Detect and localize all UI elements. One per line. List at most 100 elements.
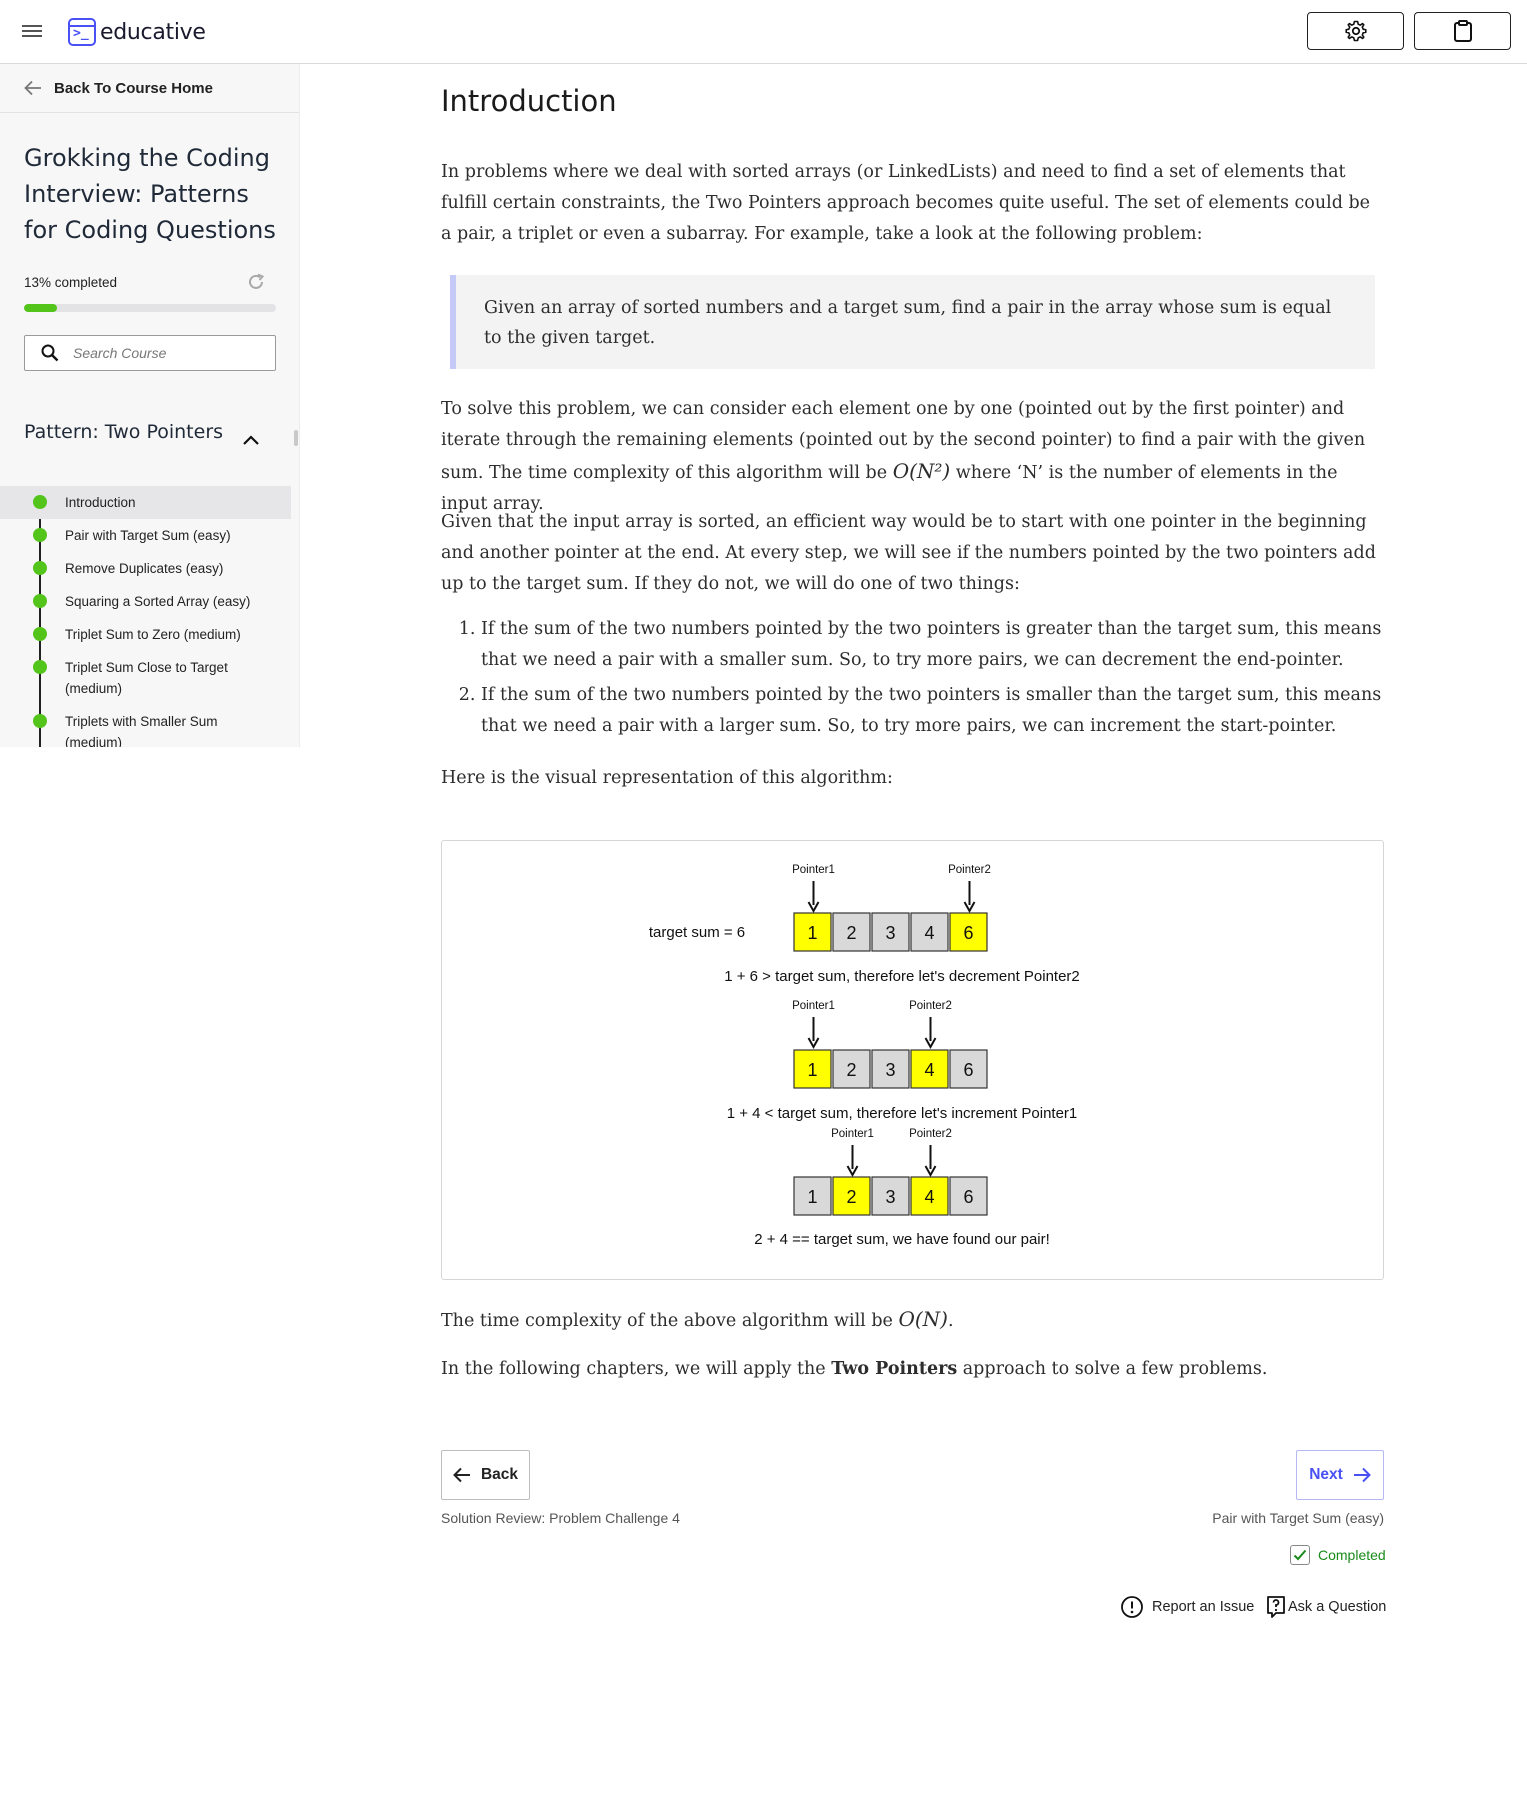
chevron-up-icon[interactable] <box>242 433 260 447</box>
progress-bar-fill <box>24 304 57 312</box>
settings-icon <box>1344 20 1367 42</box>
lesson-label: Remove Duplicates (easy) <box>65 561 224 576</box>
step-item: If the sum of the two numbers pointed by… <box>481 680 1384 742</box>
array-value: 6 <box>963 923 973 943</box>
question-icon <box>1267 1596 1285 1618</box>
lesson-complete-dot <box>33 594 47 608</box>
array-value: 3 <box>885 1187 895 1207</box>
paragraph-text: In the following chapters, we will apply… <box>441 1359 832 1379</box>
steps-list: If the sum of the two numbers pointed by… <box>441 614 1384 746</box>
next-button[interactable]: Next <box>1296 1450 1384 1500</box>
array-value: 6 <box>963 1187 973 1207</box>
lesson-label: Triplet Sum to Zero (medium) <box>65 627 241 642</box>
lesson-item[interactable]: Triplets with Smaller Sum (medium) <box>0 705 291 747</box>
lesson-item[interactable]: Triplet Sum Close to Target (medium) <box>0 651 291 705</box>
refresh-icon[interactable] <box>246 272 266 292</box>
page-title: Introduction <box>441 84 617 118</box>
algorithm-diagram: target sum = 6 Pointer1 Pointer2 1 2 3 4 6 1 + 6… <box>441 840 1384 1280</box>
logo[interactable]: educative <box>68 17 206 47</box>
paragraph-brute-force: To solve this problem, we can consider e… <box>441 394 1384 520</box>
lesson-list: Introduction Pair with Target Sum (easy)… <box>0 486 291 747</box>
step-item: If the sum of the two numbers pointed by… <box>481 614 1384 676</box>
sidebar-scrollbar[interactable] <box>294 430 298 446</box>
search-input[interactable] <box>73 345 253 361</box>
array-value: 2 <box>846 1187 856 1207</box>
clipboard-button[interactable] <box>1414 12 1511 50</box>
array-value: 4 <box>924 923 934 943</box>
paragraph-text: . <box>947 1311 954 1331</box>
alert-circle-icon <box>1121 1596 1143 1618</box>
lesson-label: Squaring a Sorted Array (easy) <box>65 594 251 609</box>
completed-toggle[interactable]: Completed <box>1290 1545 1386 1565</box>
pointer2-label: Pointer2 <box>909 1128 952 1140</box>
lesson-complete-dot <box>33 495 47 509</box>
logo-text: educative <box>100 19 206 45</box>
pointer1-label: Pointer1 <box>831 1128 874 1140</box>
lesson-label: Triplet Sum Close to Target (medium) <box>65 660 228 696</box>
array-value: 2 <box>846 923 856 943</box>
report-issue-link[interactable]: Report an Issue <box>1120 1595 1254 1619</box>
ask-question-link[interactable]: Ask a Question <box>1266 1595 1386 1619</box>
menu-icon[interactable] <box>20 22 44 42</box>
paragraph-next-chapters: In the following chapters, we will apply… <box>441 1354 1384 1385</box>
arrow-left-icon <box>453 1467 470 1483</box>
array-value: 1 <box>807 1060 817 1080</box>
search-icon <box>41 344 59 362</box>
lesson-complete-dot <box>33 561 47 575</box>
array-value: 2 <box>846 1060 856 1080</box>
array-value: 1 <box>807 1187 817 1207</box>
array-value: 4 <box>924 1060 934 1080</box>
paragraph-two-pointers: Given that the input array is sorted, an… <box>441 512 1376 594</box>
pointer2-label: Pointer2 <box>948 864 991 876</box>
pointer2-label: Pointer2 <box>909 1000 952 1012</box>
lesson-label: Triplets with Smaller Sum (medium) <box>65 714 218 747</box>
paragraph-text: approach to solve a few problems. <box>957 1359 1268 1379</box>
bold-term: Two Pointers <box>831 1359 958 1379</box>
completed-label: Completed <box>1318 1547 1386 1563</box>
lesson-complete-dot <box>33 660 47 674</box>
back-button[interactable]: Back <box>441 1450 530 1500</box>
settings-button[interactable] <box>1307 12 1404 50</box>
array-value: 1 <box>807 923 817 943</box>
pointer1-label: Pointer1 <box>792 1000 835 1012</box>
ask-question-label: Ask a Question <box>1288 1599 1387 1615</box>
back-to-course-home-link[interactable]: Back To Course Home <box>0 64 299 113</box>
paragraph-intro: In problems where we deal with sorted ar… <box>441 162 1371 244</box>
array-value: 4 <box>924 1187 934 1207</box>
lesson-label: Introduction <box>65 495 136 510</box>
back-to-course-home-label: Back To Course Home <box>54 79 213 97</box>
diagram-svg: target sum = 6 Pointer1 Pointer2 1 2 3 4 6 1 + 6… <box>649 864 1080 1248</box>
report-issue-label: Report an Issue <box>1152 1599 1255 1615</box>
array-value: 3 <box>885 923 895 943</box>
lesson-item[interactable]: Introduction <box>0 486 291 519</box>
search-box[interactable] <box>24 335 276 371</box>
next-button-label: Next <box>1309 1466 1343 1483</box>
target-sum-label: target sum = 6 <box>649 924 745 941</box>
progress-bar <box>24 304 276 312</box>
lesson-item[interactable]: Squaring a Sorted Array (easy) <box>0 585 291 618</box>
section-title[interactable]: Pattern: Two Pointers <box>24 417 224 447</box>
paragraph-complexity: The time complexity of the above algorit… <box>441 1304 1384 1337</box>
array-value: 6 <box>963 1060 973 1080</box>
step-caption: 2 + 4 == target sum, we have found our p… <box>754 1231 1050 1248</box>
next-lesson-link[interactable]: Pair with Target Sum (easy) <box>1212 1510 1384 1526</box>
lesson-item[interactable]: Pair with Target Sum (easy) <box>0 519 291 552</box>
arrow-left-icon <box>24 80 41 96</box>
paragraph-text: The time complexity of the above algorit… <box>441 1311 899 1331</box>
lesson-complete-dot <box>33 528 47 542</box>
array-value: 3 <box>885 1060 895 1080</box>
sidebar: Back To Course Home Grokking the Coding … <box>0 64 300 747</box>
previous-lesson-link[interactable]: Solution Review: Problem Challenge 4 <box>441 1510 680 1526</box>
lesson-item[interactable]: Triplet Sum to Zero (medium) <box>0 618 291 651</box>
arrow-right-icon <box>1353 1467 1371 1483</box>
pointer1-label: Pointer1 <box>792 864 835 876</box>
clipboard-icon <box>1453 20 1472 42</box>
back-button-label: Back <box>480 1466 519 1483</box>
logo-icon <box>68 18 96 46</box>
lesson-item[interactable]: Remove Duplicates (easy) <box>0 552 291 585</box>
course-title: Grokking the Coding Interview: Patterns … <box>24 144 276 244</box>
progress-label: 13% completed <box>24 275 118 290</box>
complexity-math: O(N) <box>898 1307 948 1331</box>
step-caption: 1 + 4 < target sum, therefore let's incr… <box>727 1105 1078 1122</box>
lesson-complete-dot <box>33 714 47 728</box>
